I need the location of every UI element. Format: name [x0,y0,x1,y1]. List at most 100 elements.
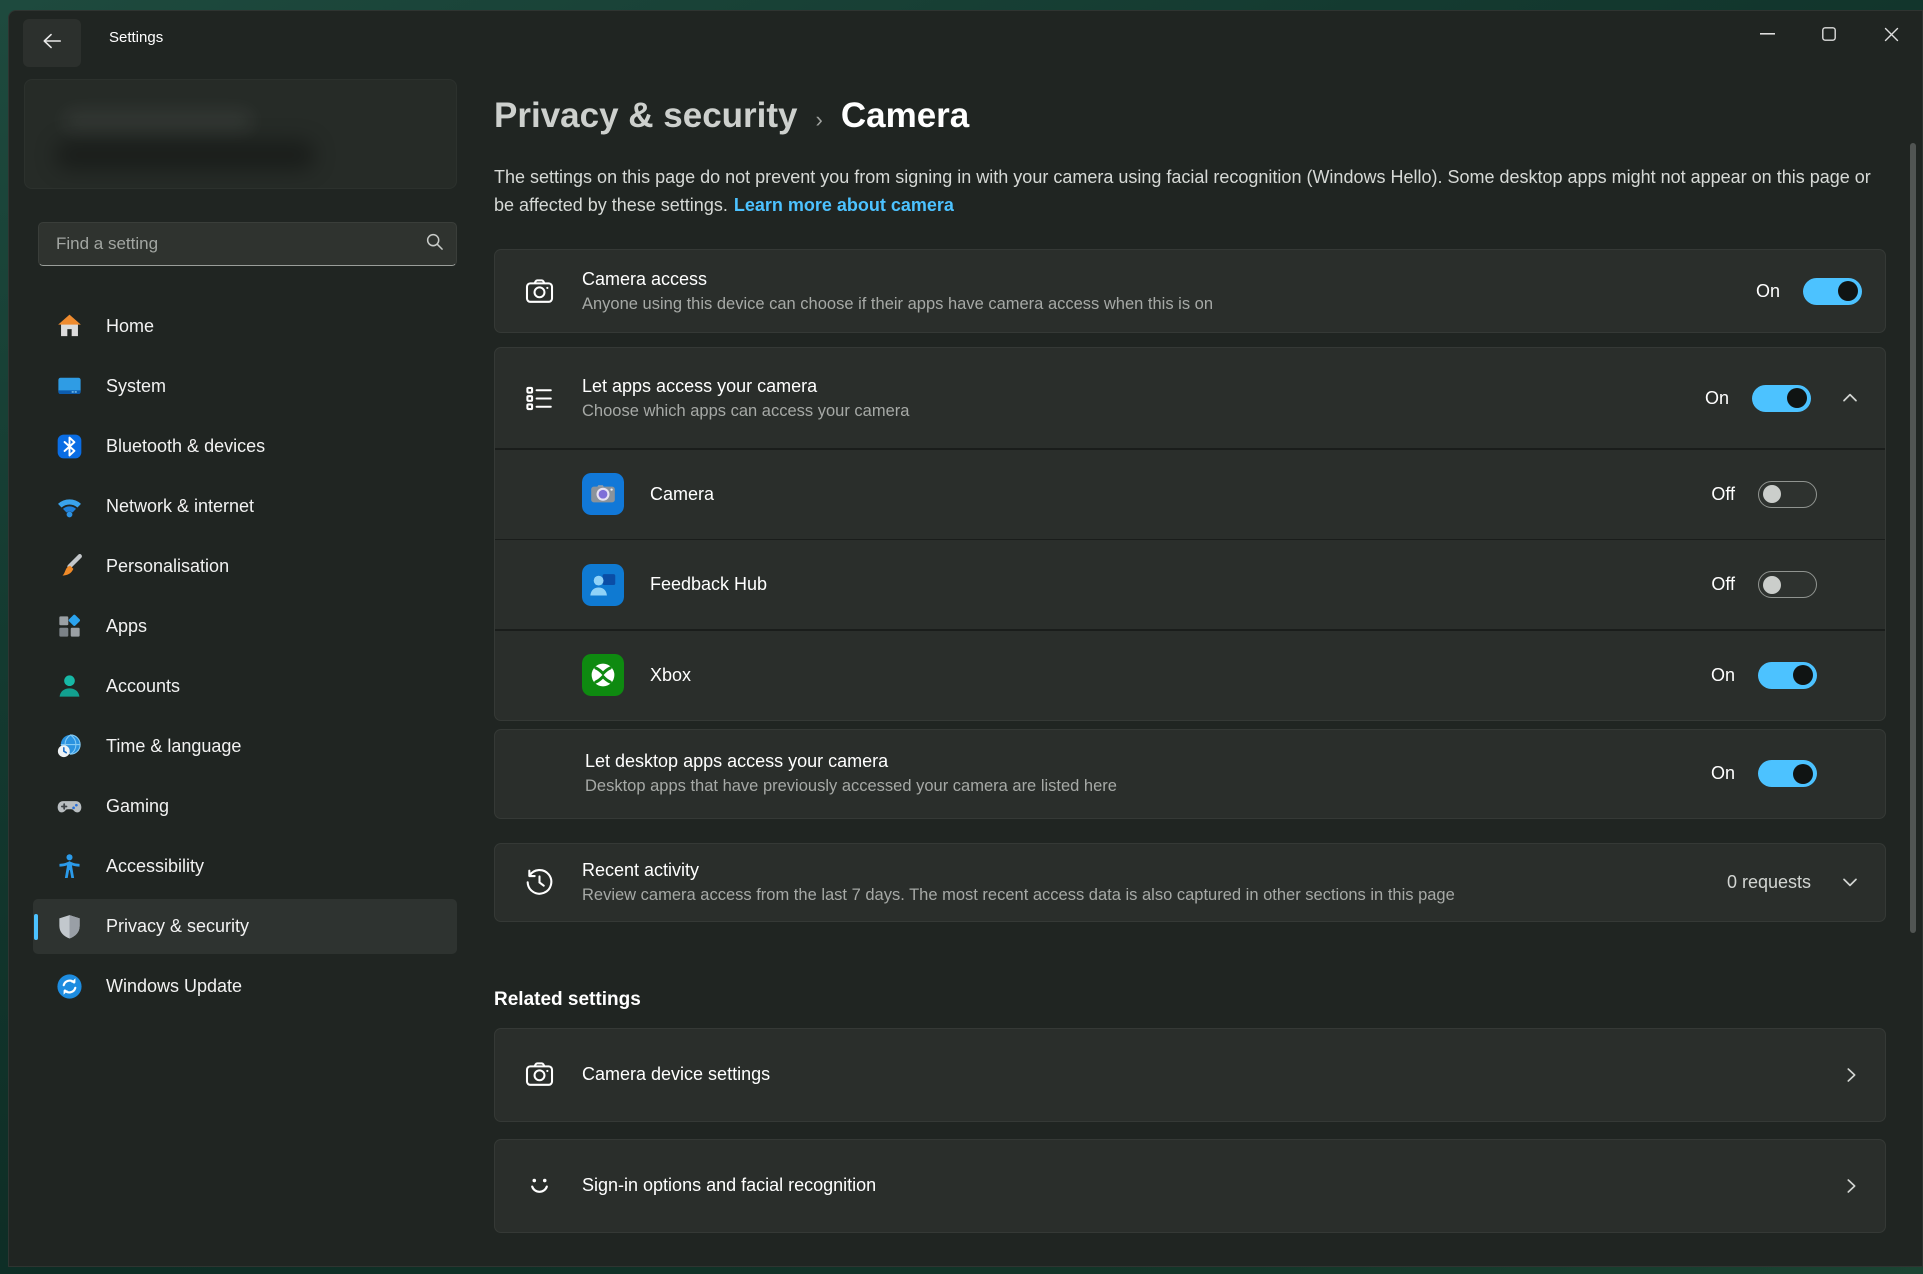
chevron-right-icon [1840,1064,1862,1086]
camera-app-toggle[interactable] [1758,481,1817,508]
face-smiley-icon [522,1169,556,1202]
sidebar-item-privacy-security[interactable]: Privacy & security [33,899,457,954]
gaming-icon [55,792,84,821]
setting-title: Let desktop apps access your camera [585,751,1117,772]
sidebar-item-label: Windows Update [106,976,242,997]
setting-title: Camera access [582,269,1213,290]
sign-in-options-card[interactable]: Sign-in options and facial recognition [494,1139,1886,1233]
learn-more-link[interactable]: Learn more about camera [734,195,954,215]
sidebar-nav: Home System Bluetooth & devices [24,299,457,1014]
related-item-label: Sign-in options and facial recognition [582,1175,876,1196]
let-apps-header[interactable]: Let apps access your camera Choose which… [495,348,1885,448]
toggle-state-label: On [1711,665,1735,686]
settings-window: Settings [8,10,1923,1267]
desktop-apps-toggle[interactable] [1758,760,1817,787]
windows-update-icon [55,972,84,1001]
setting-description: Review camera access from the last 7 day… [582,886,1455,905]
app-row-camera: Camera Off [495,450,1885,539]
search-box[interactable] [38,222,457,266]
minimize-button[interactable] [1736,11,1798,57]
sidebar-item-personalisation[interactable]: Personalisation [33,539,457,594]
related-item-label: Camera device settings [582,1064,770,1085]
sidebar-item-label: Bluetooth & devices [106,436,265,457]
setting-title: Recent activity [582,860,1455,881]
sidebar-item-time-language[interactable]: Time & language [33,719,457,774]
close-button[interactable] [1860,11,1922,57]
bluetooth-icon [55,432,84,461]
recent-activity-count: 0 requests [1727,872,1811,893]
maximize-icon [1822,27,1836,41]
camera-outline-icon [522,275,556,308]
recent-activity-card[interactable]: Recent activity Review camera access fro… [494,843,1886,922]
breadcrumb-separator-icon: › [816,107,823,133]
system-icon [55,372,84,401]
time-language-icon [55,732,84,761]
sidebar-item-label: Network & internet [106,496,254,517]
chevron-up-icon[interactable] [1838,386,1862,410]
page-title: Camera [841,96,969,136]
toggle-state-label: On [1756,281,1780,302]
app-row-feedback-hub: Feedback Hub Off [495,540,1885,629]
sidebar-item-bluetooth[interactable]: Bluetooth & devices [33,419,457,474]
sidebar-item-accessibility[interactable]: Accessibility [33,839,457,894]
app-name: Xbox [650,665,691,686]
apps-icon [55,612,84,641]
chevron-down-icon[interactable] [1838,870,1862,894]
sidebar-item-label: Home [106,316,154,337]
back-button[interactable] [23,19,81,67]
sidebar-item-label: Accounts [106,676,180,697]
sidebar-item-label: Privacy & security [106,916,249,937]
sidebar-item-gaming[interactable]: Gaming [33,779,457,834]
sidebar-item-windows-update[interactable]: Windows Update [33,959,457,1014]
sidebar-item-label: Apps [106,616,147,637]
window-title: Settings [109,29,163,46]
let-apps-toggle[interactable] [1752,385,1811,412]
sidebar-item-label: Personalisation [106,556,229,577]
xbox-icon [582,654,624,696]
vertical-scrollbar[interactable] [1910,143,1916,933]
search-input[interactable] [54,233,425,255]
sidebar-item-label: System [106,376,166,397]
xbox-toggle[interactable] [1758,662,1817,689]
back-arrow-icon [41,31,63,56]
accounts-icon [55,672,84,701]
sidebar-item-accounts[interactable]: Accounts [33,659,457,714]
toggle-state-label: Off [1711,574,1735,595]
app-name: Camera [650,484,714,505]
apps-list-icon [522,382,556,415]
camera-app-icon [582,473,624,515]
maximize-button[interactable] [1798,11,1860,57]
setting-description: Desktop apps that have previously access… [585,777,1117,796]
sidebar-item-apps[interactable]: Apps [33,599,457,654]
camera-device-settings-card[interactable]: Camera device settings [494,1028,1886,1122]
sidebar-item-label: Time & language [106,736,241,757]
camera-access-card: Camera access Anyone using this device c… [494,249,1886,333]
sidebar-item-label: Gaming [106,796,169,817]
breadcrumb: Privacy & security › Camera [494,96,1886,136]
close-icon [1884,27,1899,42]
setting-description: Anyone using this device can choose if t… [582,295,1213,314]
sidebar-item-home[interactable]: Home [33,299,457,354]
sidebar: Home System Bluetooth & devices [9,65,471,1266]
app-name: Feedback Hub [650,574,767,595]
titlebar: Settings [9,11,1922,65]
app-row-xbox: Xbox On [495,631,1885,720]
user-profile-card[interactable] [24,79,457,189]
sidebar-item-label: Accessibility [106,856,204,877]
page-description-text: The settings on this page do not prevent… [494,167,1871,215]
camera-access-toggle[interactable] [1803,278,1862,305]
toggle-state-label: On [1705,388,1729,409]
sidebar-item-network[interactable]: Network & internet [33,479,457,534]
blurred-user-name [63,110,253,132]
related-settings-heading: Related settings [494,989,1886,1011]
sidebar-item-system[interactable]: System [33,359,457,414]
toggle-state-label: On [1711,763,1735,784]
accessibility-icon [55,852,84,881]
breadcrumb-parent[interactable]: Privacy & security [494,96,798,136]
setting-description: Choose which apps can access your camera [582,402,909,421]
history-icon [522,866,556,899]
blurred-user-email [55,140,315,170]
feedback-hub-toggle[interactable] [1758,571,1817,598]
network-icon [55,492,84,521]
privacy-security-icon [55,912,84,941]
